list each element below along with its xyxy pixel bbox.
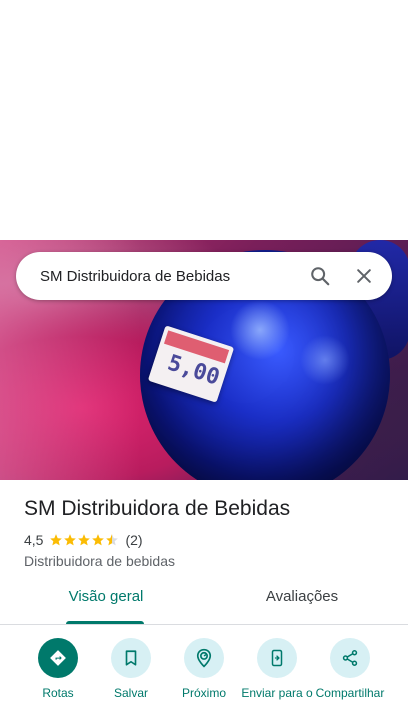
place-title: SM Distribuidora de Bebidas <box>24 497 291 520</box>
search-bar[interactable]: SM Distribuidora de Bebidas <box>16 252 392 300</box>
send-to-phone-icon <box>271 649 283 667</box>
share-button[interactable]: Compartilhar <box>312 638 388 701</box>
nearby-icon <box>196 648 212 668</box>
star-full-icon <box>64 534 77 546</box>
tab-overview-label: Visão geral <box>68 588 144 605</box>
nearby-circle <box>184 638 224 678</box>
star-full-icon <box>92 534 105 546</box>
bottle-highlight <box>300 335 350 385</box>
search-button[interactable] <box>300 256 340 296</box>
nearby-button[interactable]: Próximo <box>166 638 242 701</box>
clear-search-button[interactable] <box>344 256 384 296</box>
close-icon <box>357 269 371 283</box>
save-button[interactable]: Salvar <box>93 638 169 701</box>
tab-selected-indicator <box>66 621 144 624</box>
rating-stars <box>49 533 119 547</box>
save-label: Salvar <box>113 686 148 700</box>
tab-reviews-label: Avaliações <box>265 588 339 605</box>
bottle-highlight <box>230 300 290 360</box>
star-half-icon <box>106 534 119 546</box>
send-to-phone-label: Enviar para o <box>241 686 313 700</box>
save-circle <box>111 638 151 678</box>
tab-bar: Visão geral Avaliações <box>0 588 408 625</box>
tab-overview[interactable]: Visão geral <box>66 588 146 624</box>
send-to-phone-circle <box>257 638 297 678</box>
nearby-label: Próximo <box>181 686 226 700</box>
tab-reviews[interactable]: Avaliações <box>262 588 342 624</box>
directions-button[interactable]: Rotas <box>20 638 96 701</box>
send-to-phone-button[interactable]: Enviar para o <box>239 638 315 701</box>
star-full-icon <box>78 534 91 546</box>
place-category: Distribuidora de bebidas <box>24 553 175 569</box>
search-icon <box>311 267 330 286</box>
rating-row[interactable]: 4,5 (2) <box>24 532 143 548</box>
directions-icon <box>50 650 66 666</box>
share-label: Compartilhar <box>315 686 385 700</box>
rating-value: 4,5 <box>24 532 44 548</box>
star-full-icon <box>50 534 63 546</box>
directions-circle <box>38 638 78 678</box>
share-circle <box>330 638 370 678</box>
review-count: (2) <box>125 532 143 548</box>
top-blank-area <box>0 0 408 240</box>
directions-label: Rotas <box>42 686 74 700</box>
action-bar: Rotas Salvar Próximo Enviar para o Compa… <box>0 638 408 720</box>
bookmark-icon <box>125 650 137 666</box>
share-icon <box>342 650 358 666</box>
search-input[interactable]: SM Distribuidora de Bebidas <box>40 268 300 285</box>
